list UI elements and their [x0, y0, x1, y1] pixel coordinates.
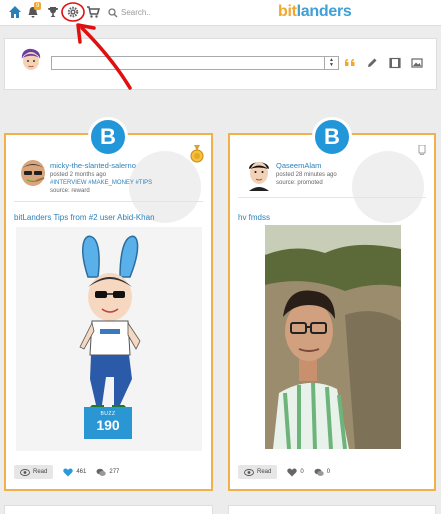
post-stats: Read 461 277 [14, 465, 119, 479]
heart-icon [63, 468, 74, 476]
post-stats: Read 0 0 [238, 465, 330, 479]
comment-icon [96, 468, 107, 476]
comments-count: 277 [109, 469, 120, 475]
buzz-label: BUZZ [100, 411, 116, 417]
post-title[interactable]: bitLanders Tips from #2 user Abid-Khan [14, 213, 155, 222]
likes-count: 0 [300, 469, 304, 475]
heart-icon [287, 468, 298, 476]
image-icon[interactable] [411, 57, 423, 69]
search-box[interactable]: Search.. [108, 5, 178, 20]
user-avatar[interactable] [19, 47, 43, 75]
notification-count-badge: 9 [34, 2, 42, 10]
status-input[interactable] [52, 61, 322, 74]
post-card[interactable]: B micky-the-slanted-salerno posted 2 mon… [4, 117, 213, 491]
quote-icon[interactable] [344, 57, 356, 69]
read-label: Read [257, 469, 272, 475]
search-placeholder: Search.. [121, 8, 151, 17]
posted-time: posted 2 months ago [50, 172, 107, 178]
home-icon[interactable] [8, 5, 22, 19]
compose-bar: ▲ ▼ [4, 38, 437, 90]
post-card-partial[interactable] [4, 505, 213, 514]
buzz-score[interactable]: BUZZ 190 [84, 407, 132, 439]
author-avatar[interactable] [244, 157, 274, 191]
comments-count: 0 [326, 469, 331, 475]
posted-time: posted 28 minutes ago [276, 172, 337, 178]
video-icon[interactable] [389, 57, 401, 69]
award-medal-icon [190, 145, 204, 163]
comments-stat[interactable]: 277 [96, 468, 119, 477]
pencil-icon[interactable] [366, 57, 378, 69]
read-button[interactable]: Read [238, 465, 278, 479]
post-source: source: promoted [276, 180, 323, 186]
cart-icon[interactable] [86, 5, 100, 19]
buzz-value: 190 [96, 417, 120, 433]
divider [238, 197, 426, 198]
bitlanders-logo[interactable]: bitlanders [278, 3, 352, 21]
read-button[interactable]: Read [14, 465, 54, 479]
top-nav-bar: 9 Search.. bitlanders [0, 0, 441, 26]
author-name[interactable]: QaseemAlam [276, 161, 321, 170]
post-photo[interactable] [265, 225, 401, 449]
author-name[interactable]: micky-the-slanted-salerno [50, 161, 136, 170]
input-stepper[interactable]: ▲ ▼ [324, 57, 338, 69]
comments-stat[interactable]: 0 [314, 468, 330, 477]
bitcoin-watermark-icon [352, 151, 424, 223]
post-card-partial[interactable] [228, 505, 436, 514]
bitcoin-icon: B [88, 117, 128, 157]
selfie-photo [265, 225, 401, 449]
search-icon [108, 7, 118, 17]
divider [14, 201, 203, 202]
read-label: Read [33, 469, 48, 475]
post-card[interactable]: B QaseemAlam posted 28 minutes ago sourc… [228, 117, 436, 491]
trophy-icon[interactable] [46, 5, 60, 19]
likes-count: 461 [76, 469, 87, 475]
author-avatar[interactable] [18, 157, 48, 191]
status-input-wrapper: ▲ ▼ [51, 56, 339, 74]
bitcoin-icon: B [312, 117, 352, 157]
logo-suffix: landers [296, 3, 352, 20]
post-hashtags[interactable]: #INTERVIEW #MAKE_MONEY #TIPS [50, 180, 152, 186]
eye-icon [20, 468, 30, 476]
notifications-icon[interactable]: 9 [26, 2, 42, 19]
comment-icon [314, 468, 324, 476]
logo-prefix: bit [278, 3, 297, 20]
post-title[interactable]: hv fmdss [238, 213, 270, 222]
likes-stat[interactable]: 0 [287, 468, 304, 477]
eye-icon [244, 468, 254, 476]
post-menu-icon[interactable] [418, 145, 426, 155]
likes-stat[interactable]: 461 [63, 468, 86, 477]
gear-icon[interactable] [66, 5, 80, 19]
post-source: source: reward [50, 188, 90, 194]
